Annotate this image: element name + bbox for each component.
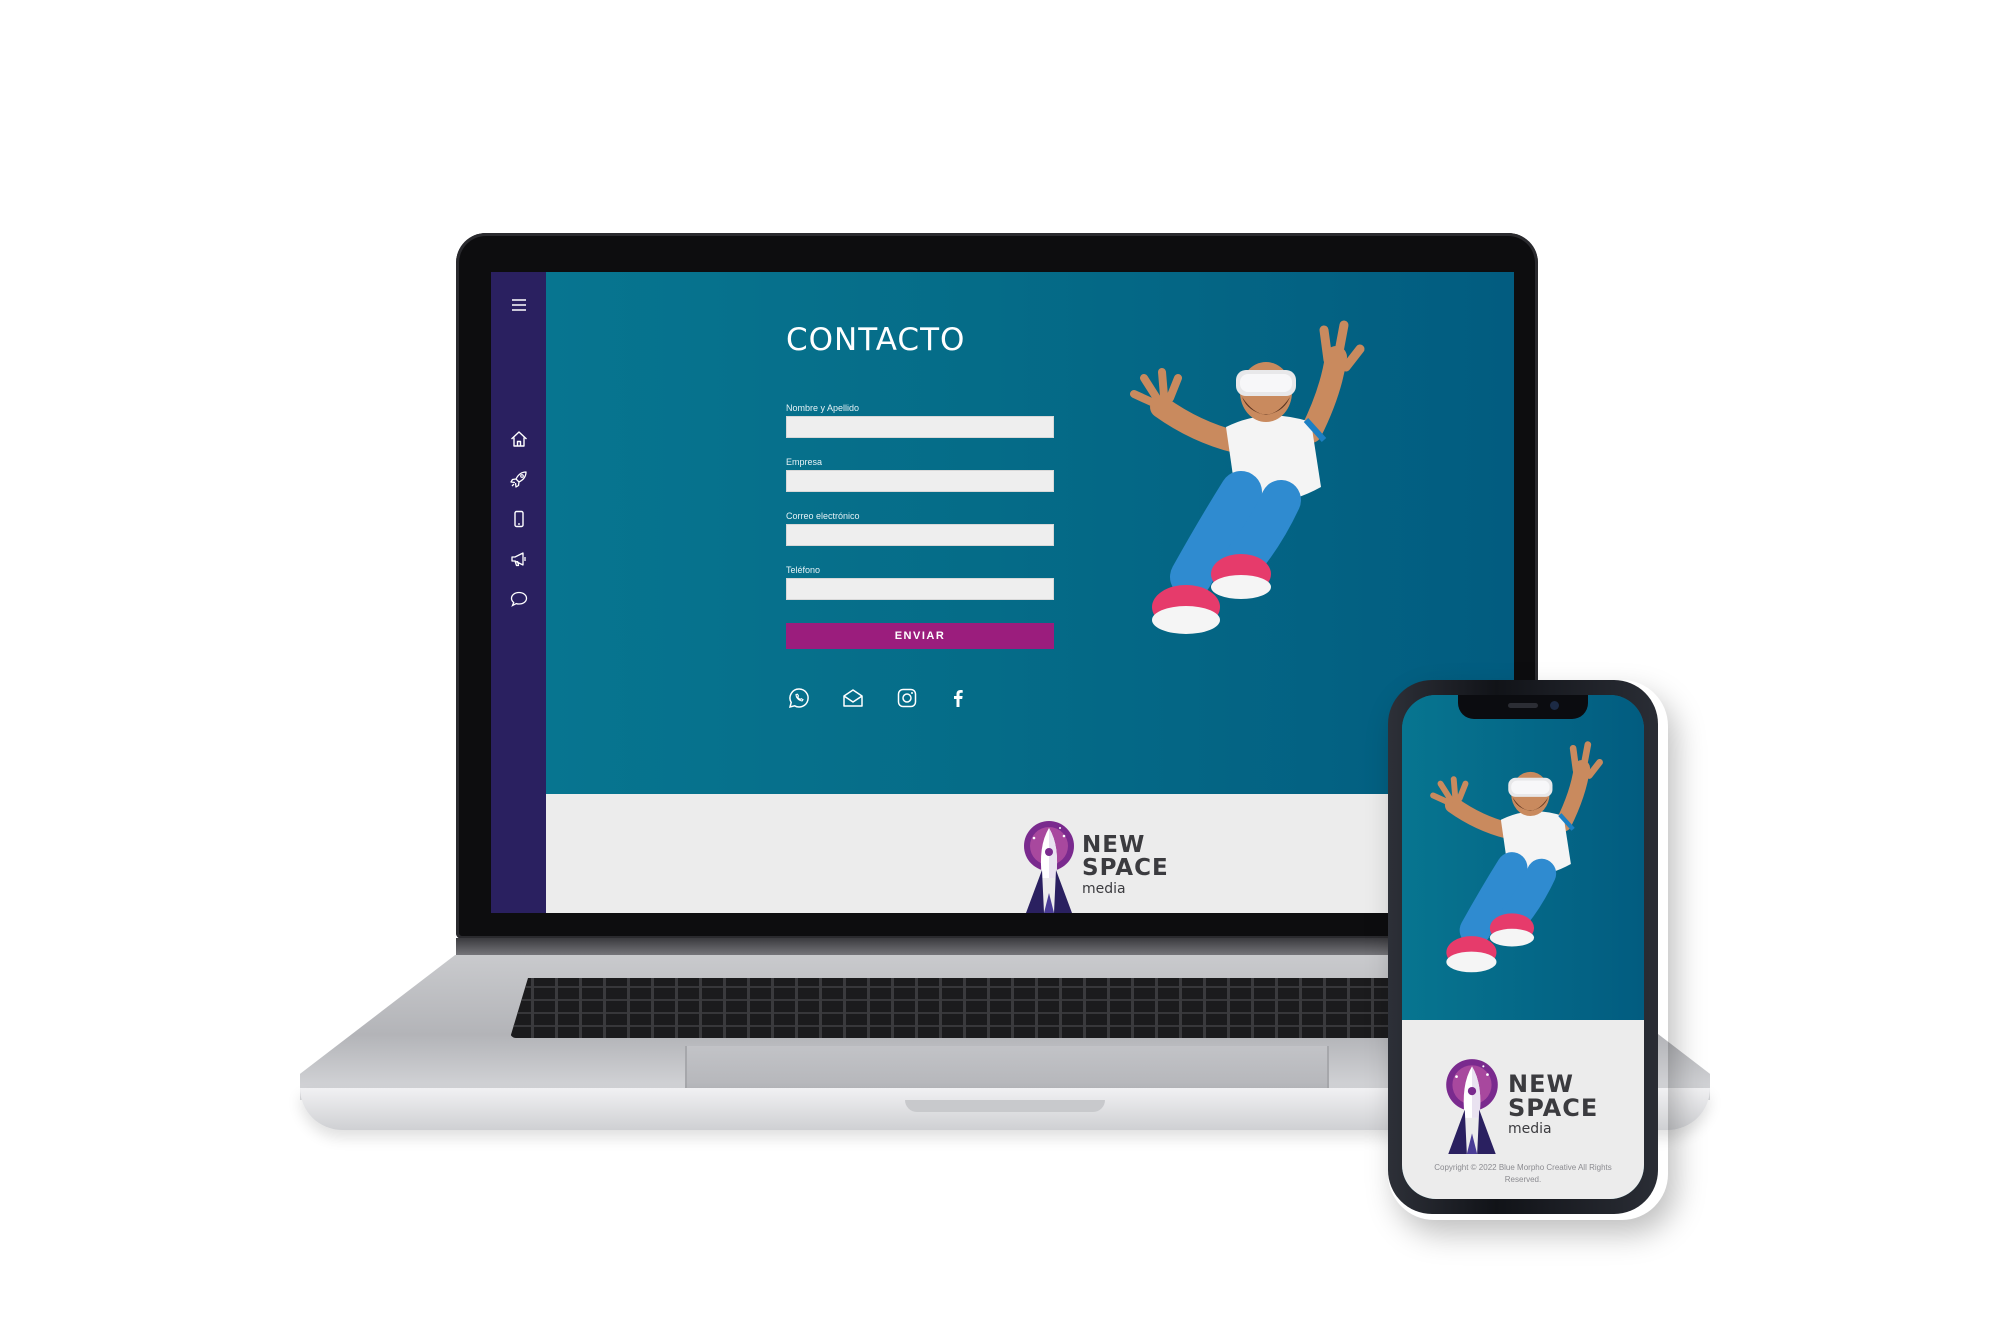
phone-rocket-logo-icon bbox=[1446, 1059, 1498, 1154]
logo-word-media: media bbox=[1082, 881, 1126, 897]
site-logo[interactable]: NEW SPACE media bbox=[1020, 818, 1170, 913]
email-field[interactable] bbox=[786, 524, 1054, 546]
contact-section: CONTACTO Nombre y Apellido Empresa Corre… bbox=[546, 272, 1514, 794]
phone-logo-word-new: NEW bbox=[1508, 1070, 1574, 1098]
laptop-base-notch bbox=[905, 1100, 1105, 1112]
phone-site-logo[interactable]: NEW SPACE media bbox=[1442, 1056, 1612, 1156]
phone-camera bbox=[1550, 701, 1559, 710]
phone-vr-character-illustration bbox=[1430, 741, 1603, 973]
submit-button[interactable]: ENVIAR bbox=[786, 623, 1054, 649]
phone-label: Teléfono bbox=[786, 565, 821, 575]
name-field[interactable] bbox=[786, 416, 1054, 438]
hamburger-icon[interactable] bbox=[508, 294, 530, 316]
envelope-icon[interactable] bbox=[839, 684, 867, 712]
megaphone-icon[interactable] bbox=[508, 548, 530, 570]
logo-word-space: SPACE bbox=[1082, 855, 1169, 881]
phone-notch bbox=[1458, 695, 1588, 719]
copyright-text: Copyright © 2022 Blue Morpho Creative Al… bbox=[1434, 1163, 1612, 1184]
company-label: Empresa bbox=[786, 457, 823, 467]
rocket-icon[interactable] bbox=[508, 468, 530, 490]
phone-logo-word-media: media bbox=[1508, 1121, 1552, 1137]
phone-screen: NEW SPACE media Copyright © 2022 Blue Mo… bbox=[1402, 695, 1644, 1199]
phone-field[interactable] bbox=[786, 578, 1054, 600]
whatsapp-icon[interactable] bbox=[785, 684, 813, 712]
name-label: Nombre y Apellido bbox=[786, 403, 860, 413]
instagram-icon[interactable] bbox=[893, 684, 921, 712]
smartphone-icon[interactable] bbox=[508, 508, 530, 530]
page-title: CONTACTO bbox=[786, 322, 966, 358]
keyboard-rows bbox=[510, 978, 1410, 1038]
chat-bubble-icon[interactable] bbox=[508, 588, 530, 610]
company-field[interactable] bbox=[786, 470, 1054, 492]
sidebar bbox=[491, 272, 546, 913]
phone-logo-word-space: SPACE bbox=[1508, 1094, 1599, 1122]
phone-speaker bbox=[1508, 703, 1538, 708]
phone-hero bbox=[1402, 695, 1644, 1020]
facebook-icon[interactable] bbox=[944, 684, 972, 712]
vr-character-illustration bbox=[1130, 320, 1365, 634]
rocket-logo-icon bbox=[1024, 821, 1074, 913]
home-icon[interactable] bbox=[508, 428, 530, 450]
laptop-screen: CONTACTO Nombre y Apellido Empresa Corre… bbox=[491, 272, 1514, 913]
logo-word-new: NEW bbox=[1082, 832, 1146, 858]
email-label: Correo electrónico bbox=[786, 511, 860, 521]
footer: NEW SPACE media bbox=[546, 794, 1514, 913]
